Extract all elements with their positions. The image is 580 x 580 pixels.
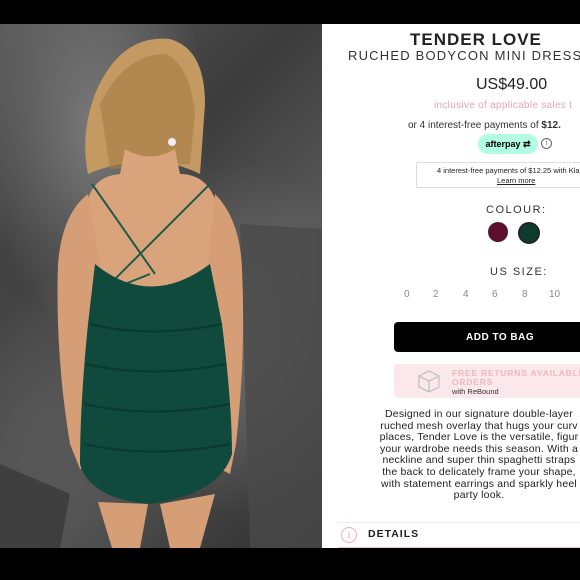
installments-prefix: or 4 interest-free payments of — [408, 120, 542, 131]
installments-text: or 4 interest-free payments of $12. — [408, 120, 580, 131]
colour-swatch-emerald[interactable] — [518, 222, 540, 244]
size-option[interactable]: 8 — [522, 289, 528, 300]
info-icon[interactable]: i — [541, 138, 552, 149]
size-option[interactable]: 6 — [492, 289, 498, 300]
afterpay-badge[interactable]: afterpay ⇄ — [478, 134, 538, 154]
product-subtitle: RUCHED BODYCON MINI DRESS IN E — [348, 48, 580, 63]
product-page: TENDER LOVE RUCHED BODYCON MINI DRESS IN… — [0, 24, 580, 548]
klarna-text: 4 interest-free payments of $12.25 with … — [437, 166, 580, 175]
afterpay-arrows-icon: ⇄ — [522, 139, 531, 149]
colour-swatch-burgundy[interactable] — [488, 222, 508, 242]
description-line: party look. — [453, 489, 505, 502]
model-illustration — [0, 38, 322, 548]
product-price: US$49.00 — [476, 76, 548, 93]
size-option[interactable]: 2 — [433, 289, 439, 300]
box-icon — [418, 370, 440, 393]
klarna-learn-more-link[interactable]: Learn more — [497, 176, 535, 185]
add-to-bag-label: ADD TO BAG — [466, 332, 535, 343]
details-info-icon: i — [341, 527, 357, 543]
colour-label: COLOUR: — [486, 204, 547, 216]
installments-amount: $12. — [541, 120, 561, 131]
details-accordion[interactable]: i DETAILS — [338, 522, 580, 548]
size-option[interactable]: 10 — [549, 289, 560, 300]
description-line: the back to delicately frame your shape, — [382, 465, 576, 478]
klarna-box: 4 interest-free payments of $12.25 with … — [416, 162, 580, 188]
returns-line-2: ORDERS — [452, 377, 494, 387]
product-info-panel: TENDER LOVE RUCHED BODYCON MINI DRESS IN… — [322, 24, 580, 548]
size-label: US SIZE: — [490, 266, 548, 278]
size-option[interactable]: 0 — [404, 289, 410, 300]
afterpay-label: afterpay — [485, 139, 521, 149]
details-label: DETAILS — [368, 528, 420, 540]
description-line: Designed in our signature double-layer — [385, 408, 573, 420]
returns-line-3: with ReBound — [452, 387, 499, 396]
product-photo — [0, 24, 322, 548]
tax-note: inclusive of applicable sales t — [434, 100, 573, 111]
add-to-bag-button[interactable]: ADD TO BAG — [394, 322, 580, 352]
product-title: TENDER LOVE — [410, 30, 542, 49]
free-returns-banner[interactable]: FREE RETURNS AVAILABLE ORDERS with ReBou… — [394, 364, 580, 398]
size-option[interactable]: 4 — [463, 289, 469, 300]
product-description: Designed in our signature double-layer r… — [344, 408, 580, 502]
